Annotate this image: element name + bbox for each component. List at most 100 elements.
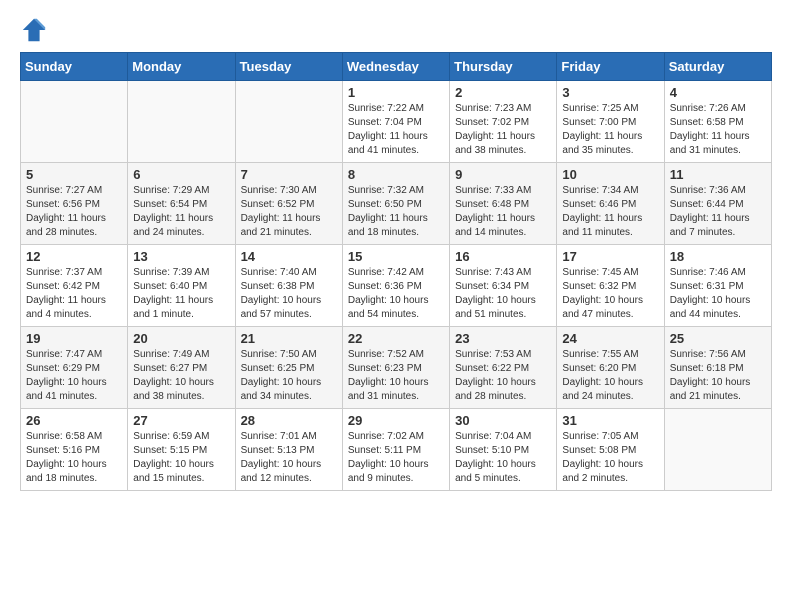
day-number: 10 xyxy=(562,167,658,182)
day-content: Sunrise: 7:46 AM Sunset: 6:31 PM Dayligh… xyxy=(670,266,766,322)
day-content: Sunrise: 7:01 AM Sunset: 5:13 PM Dayligh… xyxy=(241,430,337,486)
day-number: 9 xyxy=(455,167,551,182)
calendar-cell: 13 Sunrise: 7:39 AM Sunset: 6:40 PM Dayli… xyxy=(128,245,235,327)
day-number: 26 xyxy=(26,413,122,428)
day-content: Sunrise: 7:04 AM Sunset: 5:10 PM Dayligh… xyxy=(455,430,551,486)
calendar-cell xyxy=(128,81,235,163)
day-number: 4 xyxy=(670,85,766,100)
calendar-cell: 30 Sunrise: 7:04 AM Sunset: 5:10 PM Dayli… xyxy=(450,409,557,491)
day-content: Sunrise: 6:59 AM Sunset: 5:15 PM Dayligh… xyxy=(133,430,229,486)
day-number: 12 xyxy=(26,249,122,264)
day-number: 11 xyxy=(670,167,766,182)
calendar-cell: 18 Sunrise: 7:46 AM Sunset: 6:31 PM Dayli… xyxy=(664,245,771,327)
logo-icon xyxy=(20,16,48,44)
day-content: Sunrise: 7:36 AM Sunset: 6:44 PM Dayligh… xyxy=(670,184,766,240)
day-content: Sunrise: 7:34 AM Sunset: 6:46 PM Dayligh… xyxy=(562,184,658,240)
day-number: 16 xyxy=(455,249,551,264)
day-number: 7 xyxy=(241,167,337,182)
calendar-cell: 11 Sunrise: 7:36 AM Sunset: 6:44 PM Dayli… xyxy=(664,163,771,245)
calendar-cell: 22 Sunrise: 7:52 AM Sunset: 6:23 PM Dayli… xyxy=(342,327,449,409)
day-number: 22 xyxy=(348,331,444,346)
day-content: Sunrise: 7:02 AM Sunset: 5:11 PM Dayligh… xyxy=(348,430,444,486)
day-content: Sunrise: 7:37 AM Sunset: 6:42 PM Dayligh… xyxy=(26,266,122,322)
day-content: Sunrise: 7:30 AM Sunset: 6:52 PM Dayligh… xyxy=(241,184,337,240)
calendar-cell: 16 Sunrise: 7:43 AM Sunset: 6:34 PM Dayli… xyxy=(450,245,557,327)
day-content: Sunrise: 7:50 AM Sunset: 6:25 PM Dayligh… xyxy=(241,348,337,404)
calendar-cell: 20Sunrise: 7:49 AM Sunset: 6:27 PM Dayli… xyxy=(128,327,235,409)
calendar-cell: 23 Sunrise: 7:53 AM Sunset: 6:22 PM Dayli… xyxy=(450,327,557,409)
weekday-header-friday: Friday xyxy=(557,53,664,81)
calendar-cell xyxy=(235,81,342,163)
day-content: Sunrise: 7:39 AM Sunset: 6:40 PM Dayligh… xyxy=(133,266,229,322)
calendar-week-row: 26 Sunrise: 6:58 AM Sunset: 5:16 PM Dayli… xyxy=(21,409,772,491)
calendar-cell: 26 Sunrise: 6:58 AM Sunset: 5:16 PM Dayli… xyxy=(21,409,128,491)
day-content: Sunrise: 7:53 AM Sunset: 6:22 PM Dayligh… xyxy=(455,348,551,404)
calendar-cell: 7 Sunrise: 7:30 AM Sunset: 6:52 PM Daylig… xyxy=(235,163,342,245)
day-number: 29 xyxy=(348,413,444,428)
day-number: 18 xyxy=(670,249,766,264)
day-number: 5 xyxy=(26,167,122,182)
calendar-cell: 21 Sunrise: 7:50 AM Sunset: 6:25 PM Dayli… xyxy=(235,327,342,409)
calendar-cell: 3 Sunrise: 7:25 AM Sunset: 7:00 PM Daylig… xyxy=(557,81,664,163)
day-number: 17 xyxy=(562,249,658,264)
day-number: 19 xyxy=(26,331,122,346)
calendar-cell: 1Sunrise: 7:22 AM Sunset: 7:04 PM Daylig… xyxy=(342,81,449,163)
logo xyxy=(20,16,52,44)
day-number: 6 xyxy=(133,167,229,182)
calendar-cell: 25Sunrise: 7:56 AM Sunset: 6:18 PM Dayli… xyxy=(664,327,771,409)
calendar-cell: 9 Sunrise: 7:33 AM Sunset: 6:48 PM Daylig… xyxy=(450,163,557,245)
weekday-header-sunday: Sunday xyxy=(21,53,128,81)
calendar-week-row: 12 Sunrise: 7:37 AM Sunset: 6:42 PM Dayli… xyxy=(21,245,772,327)
day-content: Sunrise: 7:45 AM Sunset: 6:32 PM Dayligh… xyxy=(562,266,658,322)
day-content: Sunrise: 7:25 AM Sunset: 7:00 PM Dayligh… xyxy=(562,102,658,158)
day-number: 8 xyxy=(348,167,444,182)
calendar-cell: 15 Sunrise: 7:42 AM Sunset: 6:36 PM Dayli… xyxy=(342,245,449,327)
weekday-header-saturday: Saturday xyxy=(664,53,771,81)
calendar-cell: 29 Sunrise: 7:02 AM Sunset: 5:11 PM Dayli… xyxy=(342,409,449,491)
page: SundayMondayTuesdayWednesdayThursdayFrid… xyxy=(0,0,792,511)
calendar-cell: 6 Sunrise: 7:29 AM Sunset: 6:54 PM Daylig… xyxy=(128,163,235,245)
day-content: Sunrise: 7:27 AM Sunset: 6:56 PM Dayligh… xyxy=(26,184,122,240)
day-content: Sunrise: 7:32 AM Sunset: 6:50 PM Dayligh… xyxy=(348,184,444,240)
calendar-cell: 5 Sunrise: 7:27 AM Sunset: 6:56 PM Daylig… xyxy=(21,163,128,245)
weekday-header-wednesday: Wednesday xyxy=(342,53,449,81)
day-content: Sunrise: 7:42 AM Sunset: 6:36 PM Dayligh… xyxy=(348,266,444,322)
day-number: 30 xyxy=(455,413,551,428)
day-number: 21 xyxy=(241,331,337,346)
calendar-week-row: 5 Sunrise: 7:27 AM Sunset: 6:56 PM Daylig… xyxy=(21,163,772,245)
day-number: 27 xyxy=(133,413,229,428)
calendar-cell: 14 Sunrise: 7:40 AM Sunset: 6:38 PM Dayli… xyxy=(235,245,342,327)
calendar-cell: 12 Sunrise: 7:37 AM Sunset: 6:42 PM Dayli… xyxy=(21,245,128,327)
calendar-cell: 8 Sunrise: 7:32 AM Sunset: 6:50 PM Daylig… xyxy=(342,163,449,245)
day-number: 31 xyxy=(562,413,658,428)
day-number: 23 xyxy=(455,331,551,346)
day-number: 13 xyxy=(133,249,229,264)
header xyxy=(20,16,772,44)
day-content: Sunrise: 7:26 AM Sunset: 6:58 PM Dayligh… xyxy=(670,102,766,158)
day-content: Sunrise: 6:58 AM Sunset: 5:16 PM Dayligh… xyxy=(26,430,122,486)
calendar-cell: 10 Sunrise: 7:34 AM Sunset: 6:46 PM Dayli… xyxy=(557,163,664,245)
day-number: 15 xyxy=(348,249,444,264)
day-content: Sunrise: 7:47 AM Sunset: 6:29 PM Dayligh… xyxy=(26,348,122,404)
day-content: Sunrise: 7:40 AM Sunset: 6:38 PM Dayligh… xyxy=(241,266,337,322)
day-content: Sunrise: 7:55 AM Sunset: 6:20 PM Dayligh… xyxy=(562,348,658,404)
weekday-header-thursday: Thursday xyxy=(450,53,557,81)
day-number: 14 xyxy=(241,249,337,264)
day-number: 20 xyxy=(133,331,229,346)
calendar-cell: 4 Sunrise: 7:26 AM Sunset: 6:58 PM Daylig… xyxy=(664,81,771,163)
calendar-cell: 24Sunrise: 7:55 AM Sunset: 6:20 PM Dayli… xyxy=(557,327,664,409)
calendar-cell: 17 Sunrise: 7:45 AM Sunset: 6:32 PM Dayli… xyxy=(557,245,664,327)
calendar-week-row: 19 Sunrise: 7:47 AM Sunset: 6:29 PM Dayli… xyxy=(21,327,772,409)
weekday-header-tuesday: Tuesday xyxy=(235,53,342,81)
calendar-cell xyxy=(664,409,771,491)
calendar-cell: 28Sunrise: 7:01 AM Sunset: 5:13 PM Dayli… xyxy=(235,409,342,491)
calendar-table: SundayMondayTuesdayWednesdayThursdayFrid… xyxy=(20,52,772,491)
day-content: Sunrise: 7:56 AM Sunset: 6:18 PM Dayligh… xyxy=(670,348,766,404)
day-number: 3 xyxy=(562,85,658,100)
day-content: Sunrise: 7:52 AM Sunset: 6:23 PM Dayligh… xyxy=(348,348,444,404)
day-content: Sunrise: 7:43 AM Sunset: 6:34 PM Dayligh… xyxy=(455,266,551,322)
day-content: Sunrise: 7:29 AM Sunset: 6:54 PM Dayligh… xyxy=(133,184,229,240)
calendar-header-row: SundayMondayTuesdayWednesdayThursdayFrid… xyxy=(21,53,772,81)
day-content: Sunrise: 7:33 AM Sunset: 6:48 PM Dayligh… xyxy=(455,184,551,240)
weekday-header-monday: Monday xyxy=(128,53,235,81)
